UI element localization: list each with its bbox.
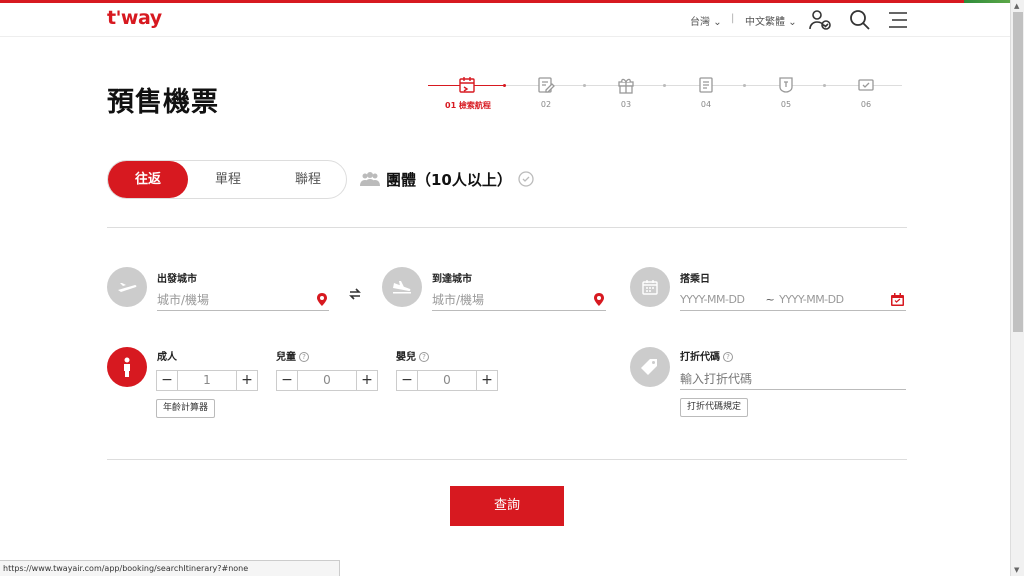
group-icon: [360, 172, 380, 186]
scrollbar[interactable]: ▲ ▼: [1010, 0, 1024, 576]
arrival-placeholder: 城市/機場: [432, 293, 485, 307]
group-booking-option[interactable]: 團體（10人以上）: [360, 168, 534, 190]
step-label: 06: [860, 100, 872, 109]
trip-type-toggle: 往返 單程 聯程: [107, 160, 347, 199]
adult-decrement-button[interactable]: −: [157, 371, 177, 390]
scroll-up-icon[interactable]: ▲: [1014, 2, 1019, 10]
swap-cities-icon[interactable]: [345, 284, 365, 304]
help-icon[interactable]: ?: [299, 352, 309, 362]
promo-label: 打折代碼: [680, 352, 720, 363]
adult-increment-button[interactable]: +: [237, 371, 257, 390]
trip-one-way[interactable]: 單程: [188, 161, 268, 198]
child-decrement-button[interactable]: −: [277, 371, 297, 390]
step-6: 06: [846, 76, 886, 109]
child-label-row: 兒童?: [276, 348, 309, 363]
coupon-icon: [630, 347, 670, 387]
departure-input[interactable]: 城市/機場: [157, 289, 329, 311]
step-label: 01 檢索航程: [445, 101, 491, 110]
step-label: 04: [700, 100, 712, 109]
gift-icon: [618, 78, 634, 94]
help-icon[interactable]: ?: [723, 352, 733, 362]
location-pin-icon[interactable]: [594, 293, 604, 306]
arrival-icon: [382, 267, 422, 307]
user-check-icon[interactable]: [808, 8, 832, 32]
search-button[interactable]: 查詢: [450, 486, 564, 526]
status-bar-url: https://www.twayair.com/app/booking/sear…: [0, 560, 340, 576]
region-label: 台灣: [690, 17, 710, 28]
infant-label: 嬰兒: [396, 352, 416, 363]
adult-label: 成人: [157, 352, 177, 363]
step-dot: [663, 84, 666, 87]
infant-decrement-button[interactable]: −: [397, 371, 417, 390]
trip-multi-city[interactable]: 聯程: [268, 161, 348, 198]
edit-icon: [538, 77, 555, 93]
step-4: 04: [686, 76, 726, 109]
age-calculator-button[interactable]: 年齡計算器: [156, 399, 216, 418]
chevron-down-icon: ⌄: [713, 17, 722, 28]
chevron-down-icon: ⌄: [788, 17, 797, 28]
language-select[interactable]: 中文繁體 ⌄: [745, 13, 797, 28]
calendar-icon: [459, 77, 475, 93]
step-label: 05: [780, 100, 792, 109]
date-separator: ~: [765, 293, 775, 306]
step-2: 02: [526, 76, 566, 109]
departure-icon: [107, 267, 147, 307]
check-circle-icon[interactable]: [518, 171, 534, 187]
scrollbar-thumb[interactable]: [1013, 12, 1023, 332]
step-1: 01 檢索航程: [445, 76, 491, 111]
check-card-icon: [858, 79, 874, 91]
step-dot: [823, 84, 826, 87]
departure-label: 出發城市: [157, 274, 197, 285]
child-increment-button[interactable]: +: [357, 371, 377, 390]
infant-count[interactable]: 0: [417, 371, 477, 390]
tway-logo[interactable]: t'way: [107, 7, 162, 29]
start-date-placeholder[interactable]: YYYY-MM-DD: [680, 293, 745, 306]
promo-code-input[interactable]: 輸入打折代碼: [680, 368, 906, 390]
child-count[interactable]: 0: [297, 371, 357, 390]
adult-count[interactable]: 1: [177, 371, 237, 390]
arrival-label: 到達城市: [432, 274, 472, 285]
end-date-placeholder[interactable]: YYYY-MM-DD: [779, 293, 844, 306]
step-3: 03: [606, 76, 646, 109]
site-header: t'way 台灣 ⌄ | 中文繁體 ⌄: [0, 3, 1010, 37]
document-icon: [699, 77, 713, 93]
section-divider: [107, 227, 907, 228]
child-stepper: − 0 +: [276, 370, 378, 391]
infant-stepper: − 0 +: [396, 370, 498, 391]
wallet-icon: [779, 77, 793, 93]
section-divider: [107, 459, 907, 460]
promo-label-row: 打折代碼?: [680, 348, 733, 363]
step-label: 03: [620, 100, 632, 109]
date-icon: [630, 267, 670, 307]
promo-placeholder: 輸入打折代碼: [680, 372, 753, 386]
promo-rules-button[interactable]: 打折代碼規定: [680, 398, 749, 417]
calendar-icon[interactable]: [891, 293, 904, 306]
scroll-down-icon[interactable]: ▼: [1014, 566, 1019, 574]
arrival-input[interactable]: 城市/機場: [432, 289, 606, 311]
step-dot: [743, 84, 746, 87]
menu-icon[interactable]: [886, 8, 910, 32]
step-5: 05: [766, 76, 806, 109]
header-separator: |: [731, 13, 735, 24]
date-label: 搭乘日: [680, 274, 710, 285]
trip-round-trip[interactable]: 往返: [108, 161, 188, 198]
step-dot: [503, 84, 506, 87]
child-label: 兒童: [276, 352, 296, 363]
date-range-input[interactable]: YYYY-MM-DD ~ YYYY-MM-DD: [680, 289, 906, 311]
adult-stepper: − 1 +: [156, 370, 258, 391]
language-label: 中文繁體: [745, 17, 785, 28]
passenger-icon: [107, 347, 147, 387]
page-title: 預售機票: [107, 87, 219, 118]
help-icon[interactable]: ?: [419, 352, 429, 362]
infant-label-row: 嬰兒?: [396, 348, 429, 363]
departure-placeholder: 城市/機場: [157, 293, 210, 307]
search-icon[interactable]: [848, 8, 872, 32]
step-dot: [583, 84, 586, 87]
region-select[interactable]: 台灣 ⌄: [690, 13, 722, 28]
step-label: 02: [540, 100, 552, 109]
location-pin-icon[interactable]: [317, 293, 327, 306]
infant-increment-button[interactable]: +: [477, 371, 497, 390]
group-booking-label: 團體（10人以上）: [386, 170, 512, 189]
